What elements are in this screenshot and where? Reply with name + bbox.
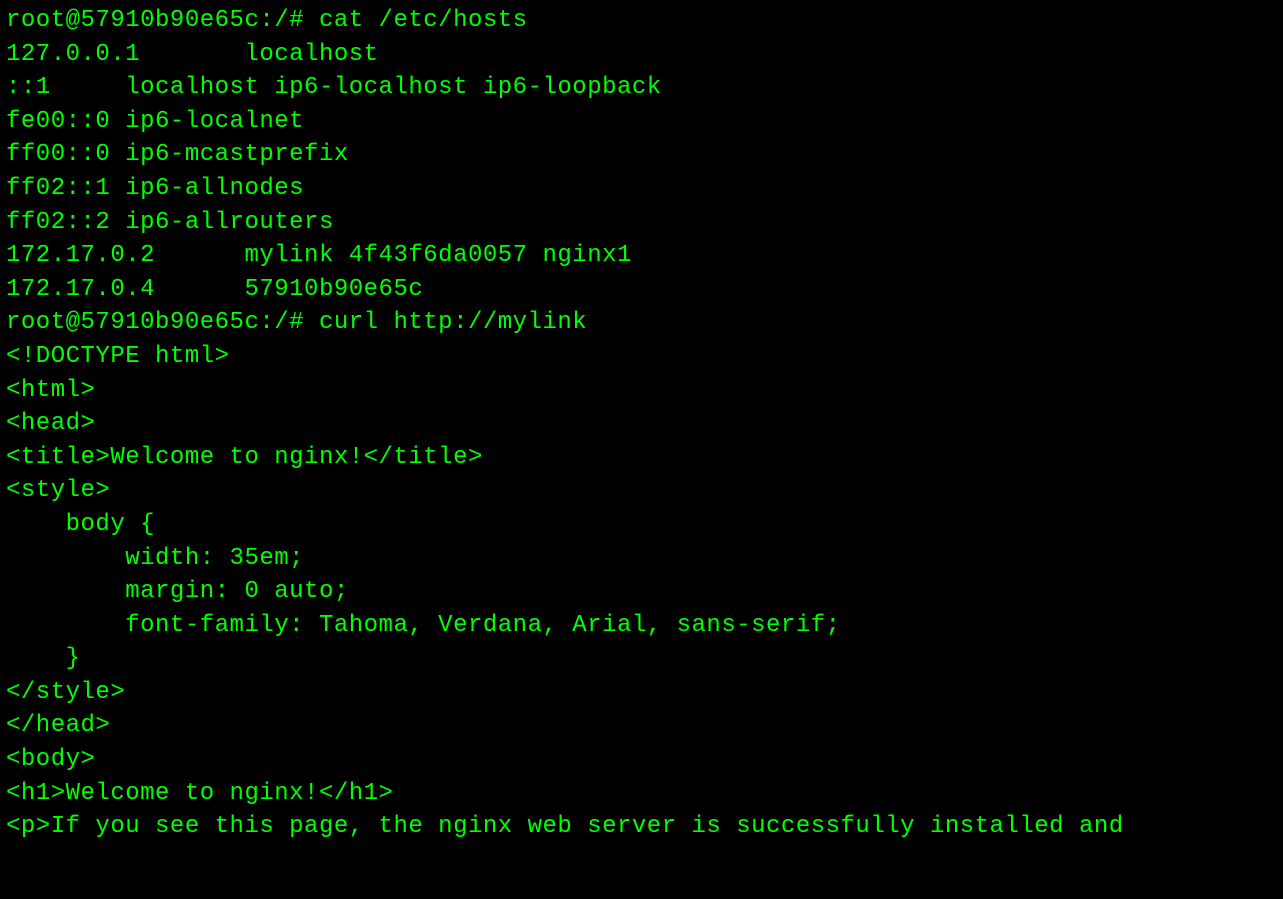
terminal-output[interactable]: root@57910b90e65c:/# cat /etc/hosts 127.… — [6, 4, 1277, 844]
terminal-line: 127.0.0.1 localhost — [6, 38, 1277, 72]
terminal-line: </style> — [6, 676, 1277, 710]
terminal-line: width: 35em; — [6, 542, 1277, 576]
terminal-line: } — [6, 642, 1277, 676]
terminal-line: <title>Welcome to nginx!</title> — [6, 441, 1277, 475]
terminal-line: <p>If you see this page, the nginx web s… — [6, 810, 1277, 844]
terminal-line: margin: 0 auto; — [6, 575, 1277, 609]
terminal-line: root@57910b90e65c:/# cat /etc/hosts — [6, 4, 1277, 38]
terminal-line: <head> — [6, 407, 1277, 441]
terminal-line: font-family: Tahoma, Verdana, Arial, san… — [6, 609, 1277, 643]
terminal-line: ff02::1 ip6-allnodes — [6, 172, 1277, 206]
terminal-line: <body> — [6, 743, 1277, 777]
terminal-line: root@57910b90e65c:/# curl http://mylink — [6, 306, 1277, 340]
terminal-line: </head> — [6, 709, 1277, 743]
terminal-line: ff02::2 ip6-allrouters — [6, 206, 1277, 240]
terminal-line: <html> — [6, 374, 1277, 408]
terminal-line: 172.17.0.4 57910b90e65c — [6, 273, 1277, 307]
terminal-line: body { — [6, 508, 1277, 542]
terminal-line: 172.17.0.2 mylink 4f43f6da0057 nginx1 — [6, 239, 1277, 273]
terminal-line: <style> — [6, 474, 1277, 508]
terminal-line: <!DOCTYPE html> — [6, 340, 1277, 374]
terminal-line: ff00::0 ip6-mcastprefix — [6, 138, 1277, 172]
terminal-line: fe00::0 ip6-localnet — [6, 105, 1277, 139]
terminal-line: ::1 localhost ip6-localhost ip6-loopback — [6, 71, 1277, 105]
terminal-line: <h1>Welcome to nginx!</h1> — [6, 777, 1277, 811]
